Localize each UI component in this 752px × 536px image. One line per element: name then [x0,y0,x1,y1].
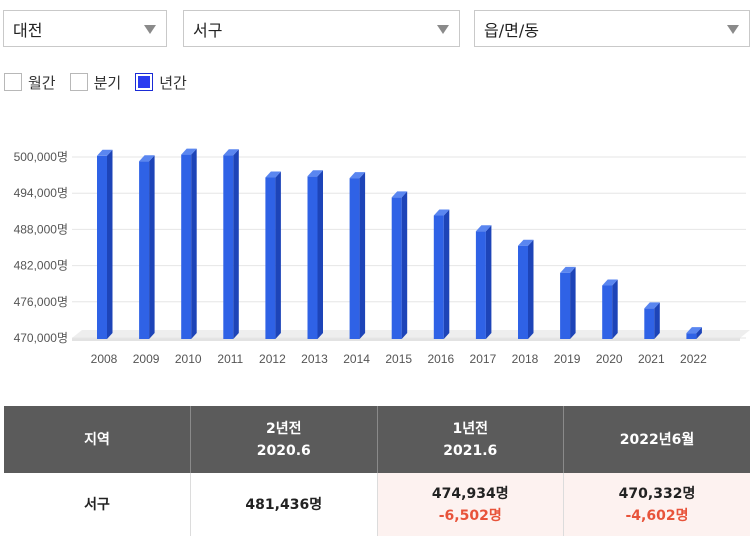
header-two-years-ago: 2년전 2020.6 [190,406,378,473]
table-header-row: 지역 2년전 2020.6 1년전 2021.6 2022년6월 [4,406,750,473]
bar [265,177,276,339]
period-quarterly-checkbox[interactable]: 분기 [69,72,122,93]
bar [644,308,655,339]
district-select[interactable]: 서구 [183,10,460,47]
bar [475,231,486,339]
checkbox-icon[interactable] [4,73,22,91]
period-label: 년간 [159,73,187,92]
current-value: 470,332명 [618,485,696,502]
dong-select-value: 읍/면/동 [484,20,539,40]
x-tick-label: 2020 [596,352,623,366]
y-tick-label: 482,000명 [14,259,68,273]
bar [602,285,613,339]
current-delta: -4,602명 [625,507,689,524]
chevron-down-icon [437,25,449,34]
dong-select[interactable]: 읍/면/동 [474,10,750,47]
cell-two-years-ago: 481,436명 [190,473,378,536]
bar-side [485,225,492,339]
bar [139,161,150,339]
y-tick-label: 500,000명 [14,150,68,164]
bar-side [191,148,197,339]
bar-side [107,149,113,339]
period-toggle-group: 월간 분기 년간 [4,71,201,93]
chevron-down-icon [727,25,739,34]
population-table: 지역 2년전 2020.6 1년전 2021.6 2022년6월 서구 481,43… [4,406,750,536]
bar [97,155,107,339]
population-bar-chart: 470,000명 476,000명 482,000명 488,000명 494,000명… [14,148,750,366]
x-tick-label: 2013 [301,352,328,366]
y-tick-label: 476,000명 [14,295,68,309]
x-tick-label: 2016 [427,352,454,366]
bar [307,176,318,339]
bar-side [528,239,534,339]
header-region: 지역 [4,406,191,473]
cell-current: 470,332명 -4,602명 [563,473,750,536]
cell-one-year-ago: 474,934명 -6,502명 [377,473,564,536]
period-yearly-checkbox[interactable]: 년간 [135,72,187,93]
period-label: 분기 [93,73,122,92]
bar [181,154,192,339]
x-tick-label: 2009 [133,352,160,366]
bar-side [275,171,281,339]
bar-side [612,279,618,339]
bar-side [233,149,239,339]
bar-side [443,209,450,339]
one-year-ago-value: 474,934명 [431,485,509,502]
city-select-value: 대전 [13,20,43,40]
x-tick-label: 2018 [512,352,539,366]
y-tick-label: 494,000명 [14,186,68,200]
bar [560,272,571,339]
bar-side [570,266,576,339]
city-select[interactable]: 대전 [3,10,167,47]
cell-region: 서구 [4,473,191,536]
x-tick-label: 2010 [175,352,202,366]
x-tick-label: 2022 [680,352,707,366]
district-select-value: 서구 [193,20,223,40]
x-tick-label: 2021 [638,352,665,366]
bar [223,155,234,339]
one-year-ago-delta: -6,502명 [438,507,502,524]
bar-side [654,302,660,339]
x-tick-label: 2011 [217,352,243,366]
bar-side [149,155,155,339]
x-tick-label: 2019 [554,352,581,366]
bar [686,333,697,339]
x-tick-label: 2014 [343,352,370,366]
bar [349,178,360,339]
x-tick-label: 2017 [470,352,497,366]
x-tick-label: 2015 [385,352,412,366]
checkbox-icon[interactable] [135,73,154,91]
y-tick-label: 488,000명 [14,222,68,236]
period-monthly-checkbox[interactable]: 월간 [4,72,56,93]
x-tick-label: 2012 [259,352,286,366]
x-tick-label: 2008 [91,352,118,366]
chevron-down-icon [144,25,156,34]
bar-side [401,191,408,339]
bar [518,245,528,339]
period-label: 월간 [28,73,56,92]
bar-side [317,170,323,339]
header-one-year-ago: 1년전 2021.6 [377,406,564,473]
header-current: 2022년6월 [563,406,750,473]
bar-side [359,172,366,339]
bar [433,215,444,339]
bar [391,197,402,339]
y-tick-label: 470,000명 [14,331,68,345]
checkbox-icon[interactable] [69,73,88,91]
table-row: 서구 481,436명 474,934명 -6,502명 470,332명 -4… [4,473,750,536]
